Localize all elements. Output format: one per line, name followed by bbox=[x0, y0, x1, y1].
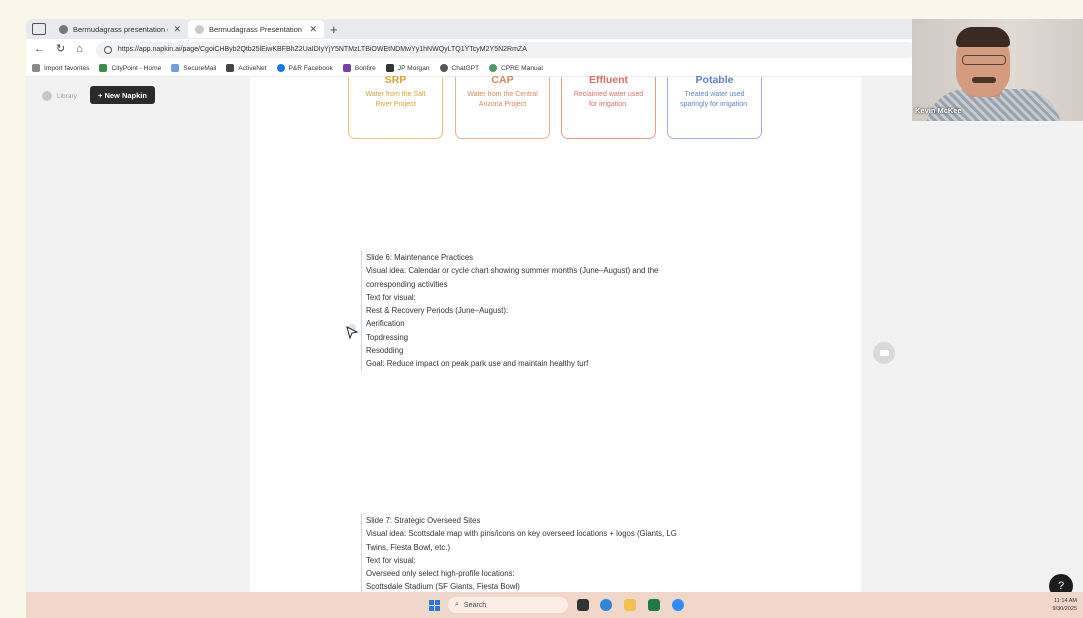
text-line: Visual idea: Scottsdale map with pins/ic… bbox=[366, 529, 677, 539]
back-icon[interactable]: ← bbox=[34, 44, 45, 55]
securemail-icon bbox=[171, 64, 180, 72]
library-label: Library bbox=[57, 92, 77, 100]
text-line: Visual idea: Calendar or cycle chart sho… bbox=[366, 266, 659, 276]
text-line: Text for visual: bbox=[366, 555, 416, 565]
favorite-label: P&R Facebook bbox=[288, 64, 333, 72]
favorite-chatgpt[interactable]: ChatGPT bbox=[439, 64, 480, 72]
favorite-label: SecureMail bbox=[183, 64, 217, 72]
water-card-srp[interactable]: SRP Water from the Salt River Project bbox=[348, 74, 443, 139]
text-line: Resodding bbox=[366, 346, 404, 356]
participant-name: Kevin McKee bbox=[915, 106, 962, 115]
favorite-jpmorgan[interactable]: JP Morgan bbox=[385, 64, 430, 72]
tab-title: Bermudagrass Presentation - Na bbox=[209, 24, 304, 34]
url-text: https://app.napkin.ai/page/CgoiCHByb2Qtb… bbox=[117, 46, 527, 53]
favorite-citypoint[interactable]: CityPoint - Home bbox=[99, 64, 161, 72]
text-line: Text for visual: bbox=[366, 292, 416, 302]
text-line: Overseed only select high-profile locati… bbox=[366, 569, 515, 579]
cpre-icon bbox=[489, 64, 498, 72]
webcam-overlay: Kevin McKee bbox=[912, 19, 1083, 121]
tab-title: Bermudagrass presentation outli bbox=[73, 24, 168, 34]
favorite-label: CPRE Manual bbox=[501, 64, 543, 72]
favorite-cpre[interactable]: CPRE Manual bbox=[489, 64, 543, 72]
new-tab-button[interactable]: + bbox=[330, 23, 338, 36]
folder-icon bbox=[32, 64, 40, 72]
favorite-label: Import favorites bbox=[44, 64, 90, 72]
card-description: Reclaimed water used for irrigation. bbox=[573, 91, 644, 108]
water-card-effluent[interactable]: Effluent Reclaimed water used for irriga… bbox=[561, 74, 656, 139]
text-line: Goal: Reduce impact on peak park use and… bbox=[366, 359, 589, 369]
favorite-label: Bonfire bbox=[354, 64, 376, 72]
text-line: Rest & Recovery Periods (June–August): bbox=[366, 306, 509, 316]
comment-bubble-icon[interactable] bbox=[873, 342, 895, 364]
napkin-app: Library + New Napkin SRP Water from the … bbox=[26, 74, 1083, 598]
tab-outline[interactable]: Bermudagrass presentation outli ✕ bbox=[52, 20, 188, 38]
favorite-bonfire[interactable]: Bonfire bbox=[342, 64, 376, 72]
windows-start-icon[interactable] bbox=[429, 600, 440, 611]
system-clock[interactable]: 11:14 AM 9/30/2025 bbox=[1053, 597, 1077, 613]
favorite-import[interactable]: Import favorites bbox=[32, 64, 89, 72]
close-tab-icon[interactable]: ✕ bbox=[309, 24, 317, 35]
refresh-icon[interactable]: ↻ bbox=[56, 44, 65, 55]
edge-browser-icon[interactable] bbox=[600, 599, 612, 611]
file-explorer-icon[interactable] bbox=[624, 599, 636, 611]
bonfire-icon bbox=[342, 64, 351, 72]
card-title: CAP bbox=[491, 74, 514, 86]
new-napkin-button[interactable]: + New Napkin bbox=[90, 86, 155, 104]
water-card-potable[interactable]: Potable Treated water used sparingly for… bbox=[667, 74, 762, 139]
card-description: Water from the Central Arizona Project bbox=[467, 91, 538, 108]
mouse-cursor-icon bbox=[344, 324, 360, 345]
participant-glasses bbox=[962, 55, 1006, 65]
document-canvas[interactable]: SRP Water from the Salt River Project CA… bbox=[250, 74, 861, 594]
clock-time: 11:14 AM bbox=[1054, 598, 1077, 604]
tab-favicon-icon bbox=[195, 24, 204, 34]
text-line: Aerification bbox=[366, 319, 405, 329]
card-title: SRP bbox=[384, 74, 407, 86]
favorite-label: ActiveNet bbox=[238, 64, 267, 72]
slide-title: Slide 7: Strategic Overseed Sites bbox=[366, 516, 481, 525]
tab-napkin[interactable]: Bermudagrass Presentation - Na ✕ bbox=[188, 20, 324, 38]
card-title: Potable bbox=[695, 74, 734, 86]
slide-7-text-block[interactable]: Slide 7: Strategic Overseed Sites Visual… bbox=[361, 514, 741, 594]
facebook-icon bbox=[276, 64, 285, 72]
clock-date: 9/30/2025 bbox=[1052, 606, 1077, 612]
favorite-securemail[interactable]: SecureMail bbox=[171, 64, 216, 72]
tab-favicon-icon bbox=[59, 24, 68, 34]
taskbar: ⌕ Search 11:14 AM 9/30/2025 bbox=[26, 592, 1083, 618]
water-card-cap[interactable]: CAP Water from the Central Arizona Proje… bbox=[455, 74, 550, 139]
slide-title: Slide 6: Maintenance Practices bbox=[366, 253, 474, 262]
card-title: Effluent bbox=[588, 74, 629, 86]
address-bar[interactable]: https://app.napkin.ai/page/CgoiCHByb2Qtb… bbox=[95, 41, 916, 58]
favorite-label: ChatGPT bbox=[451, 64, 480, 72]
favorite-activenet[interactable]: ActiveNet bbox=[226, 64, 267, 72]
task-view-icon[interactable] bbox=[577, 599, 589, 611]
text-line: Topdressing bbox=[366, 332, 409, 342]
text-line: corresponding activities bbox=[366, 279, 448, 289]
zoom-icon[interactable] bbox=[672, 599, 684, 611]
favorite-facebook[interactable]: P&R Facebook bbox=[276, 64, 333, 72]
close-tab-icon[interactable]: ✕ bbox=[173, 24, 181, 35]
jpmorgan-icon bbox=[385, 64, 394, 72]
citypoint-icon bbox=[99, 64, 108, 72]
slide-6-text-block[interactable]: Slide 6: Maintenance Practices Visual id… bbox=[361, 251, 741, 371]
search-placeholder: Search bbox=[463, 601, 487, 609]
taskbar-search[interactable]: ⌕ Search bbox=[448, 597, 568, 613]
participant-mustache bbox=[972, 77, 996, 83]
home-icon[interactable]: ⌂ bbox=[76, 44, 83, 55]
favorite-label: JP Morgan bbox=[397, 64, 430, 72]
card-description: Water from the Salt River Project bbox=[365, 91, 426, 108]
text-line: Twins, Fiesta Bowl, etc.) bbox=[366, 542, 451, 552]
card-description: Treated water used sparingly for irrigat… bbox=[680, 91, 749, 108]
site-info-icon[interactable] bbox=[103, 45, 112, 54]
chatgpt-icon bbox=[439, 64, 448, 72]
library-icon bbox=[42, 91, 52, 101]
excel-icon[interactable] bbox=[648, 599, 660, 611]
favorite-label: CityPoint - Home bbox=[111, 64, 162, 72]
participant-hair bbox=[956, 27, 1010, 47]
activenet-icon bbox=[226, 64, 235, 72]
tab-actions-icon[interactable] bbox=[32, 23, 46, 35]
search-icon: ⌕ bbox=[455, 601, 459, 608]
library-link[interactable]: Library bbox=[42, 91, 77, 101]
